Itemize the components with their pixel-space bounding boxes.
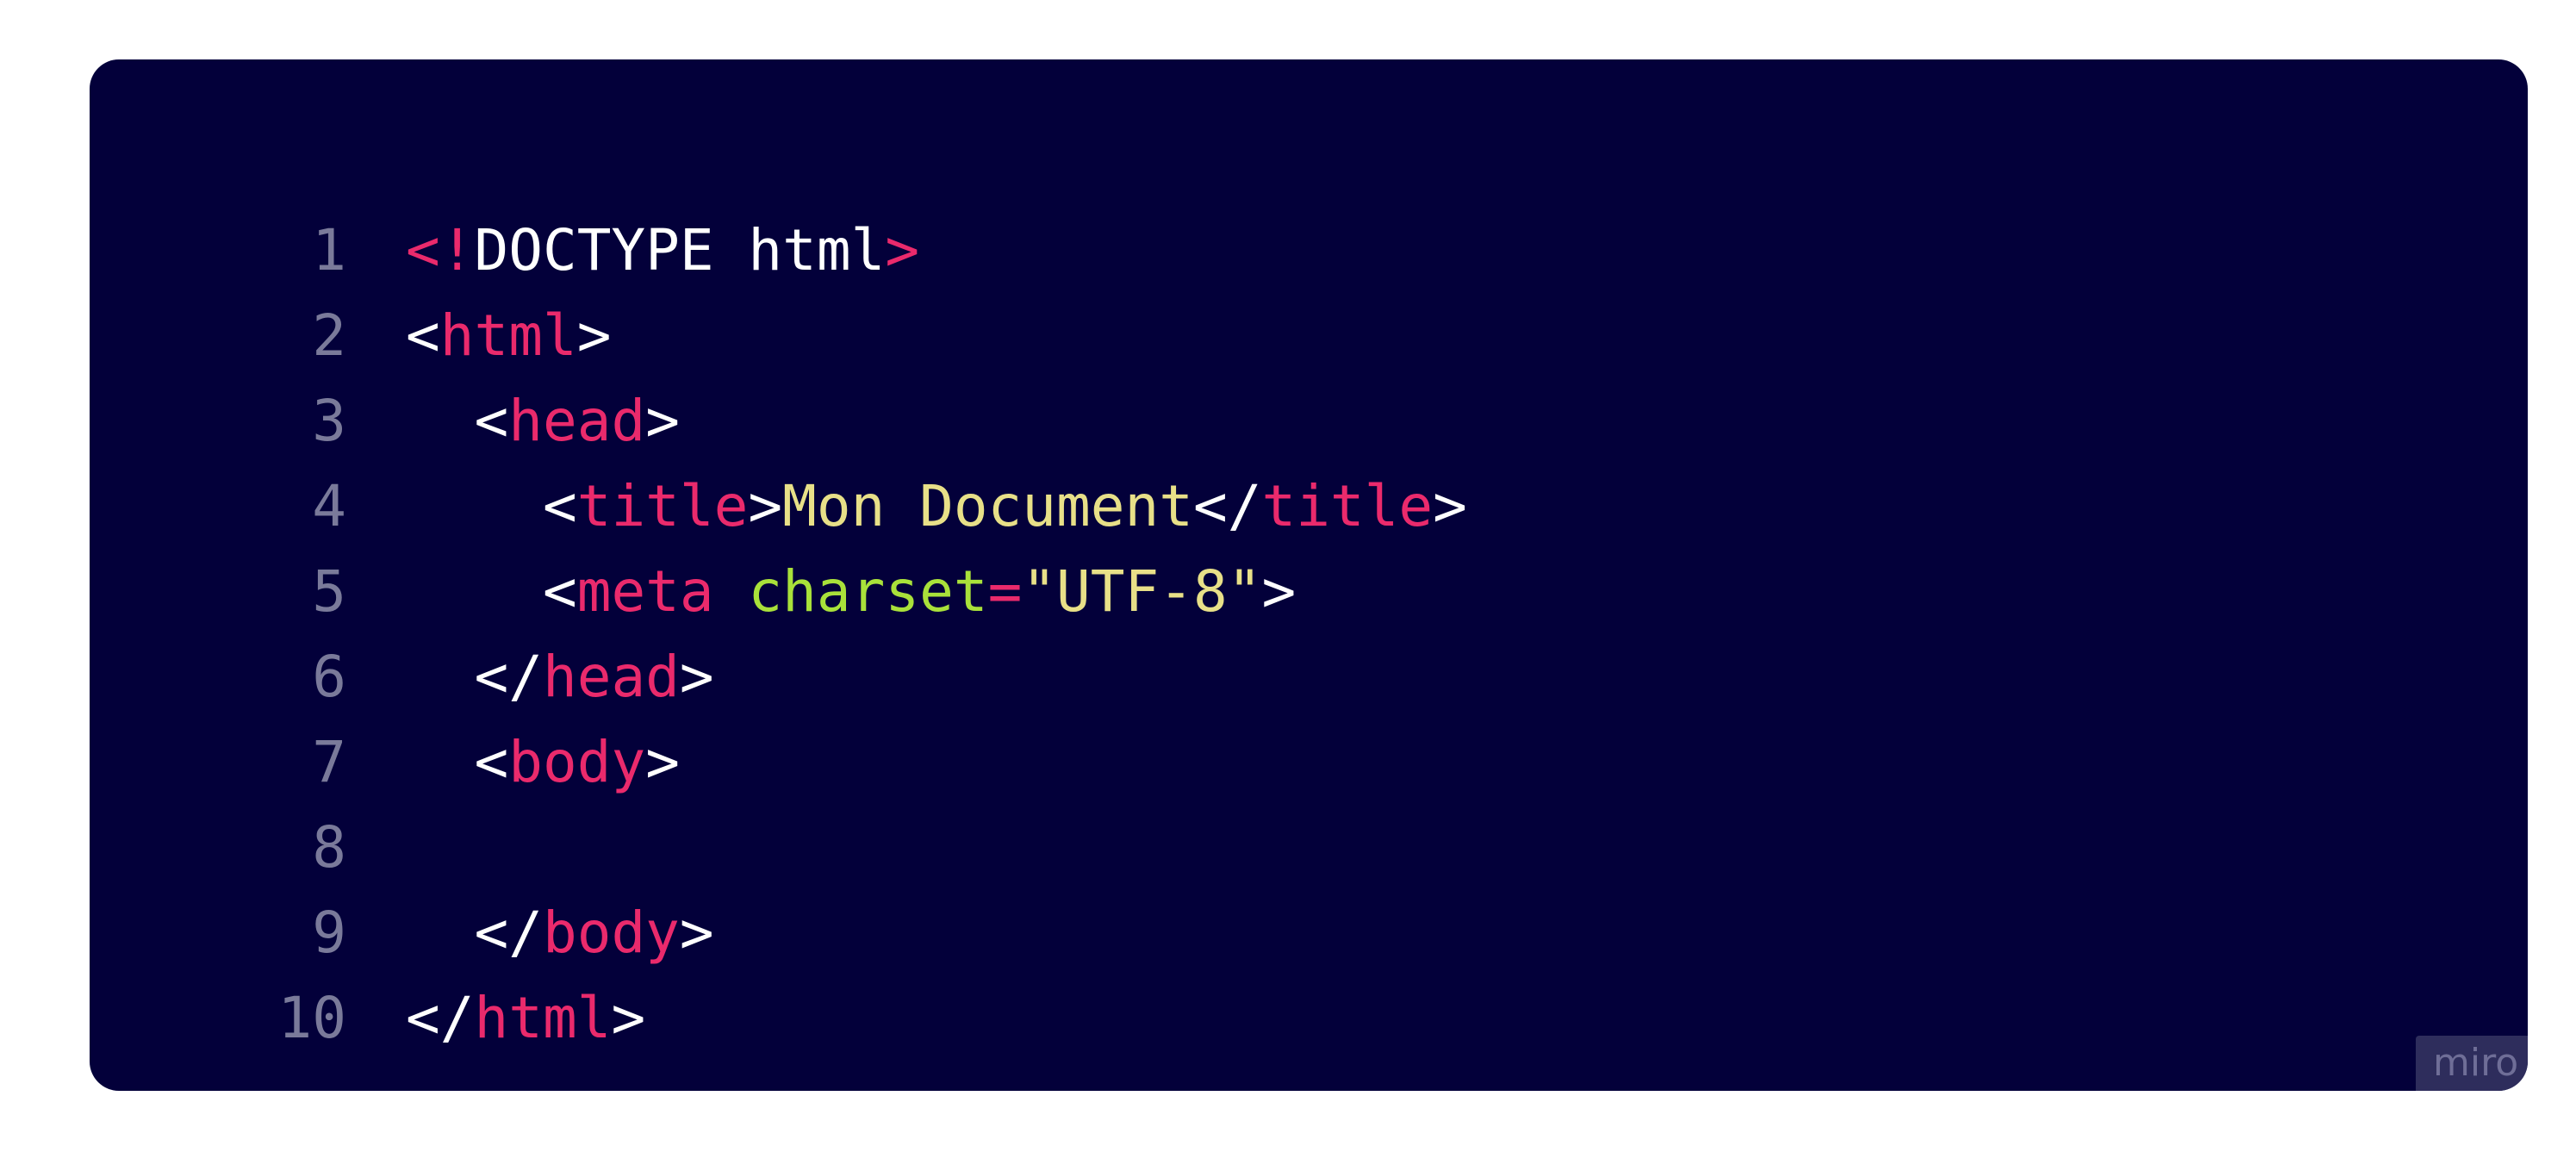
code-token-punct: >: [576, 302, 612, 369]
code-token-tag: html: [439, 302, 577, 369]
line-number: 1: [312, 217, 346, 283]
code-line: 4 <title>Mon Document</title>: [90, 464, 2528, 549]
code-token-tag: body: [508, 729, 646, 795]
code-token-punct: >: [1433, 473, 1467, 539]
line-number: 2: [312, 302, 346, 369]
code-line: 2 <html>: [90, 293, 2528, 378]
line-number: 10: [277, 985, 346, 1051]
code-token-punct: >: [645, 388, 680, 454]
code-line: 7 <body>: [90, 719, 2528, 805]
code-line: 6 </head>: [90, 634, 2528, 719]
line-code: </html>: [406, 975, 645, 1061]
code-snippet-card: 1 <!DOCTYPE html> 2 <html> 3 <head> 4 <title>…: [90, 59, 2528, 1091]
code-line: 8: [90, 805, 2528, 890]
line-number: 4: [312, 473, 346, 539]
code-token-tag: body: [542, 900, 680, 966]
line-number: 6: [312, 644, 346, 710]
code-token-str: "UTF-8": [1022, 558, 1262, 625]
code-token-punct: >: [748, 473, 783, 539]
code-token-attr: charset: [748, 558, 988, 625]
code-token-punct: >: [611, 985, 646, 1051]
line-number: 8: [312, 814, 346, 881]
code-line: 5 <meta charset="UTF-8">: [90, 549, 2528, 634]
line-code: <!DOCTYPE html>: [406, 208, 919, 293]
miro-watermark: miro: [2416, 1036, 2528, 1091]
code-line: 9 </body>: [90, 890, 2528, 975]
code-token-tag: meta: [576, 558, 714, 625]
code-token-text: Mon Document: [782, 473, 1193, 539]
line-code: <body>: [406, 719, 680, 805]
line-code: <html>: [406, 293, 611, 378]
code-token-punct: </: [474, 644, 543, 710]
code-line: 10 </html>: [90, 975, 2528, 1061]
line-number: 3: [312, 388, 346, 454]
code-token-tag: title: [576, 473, 749, 539]
code-token-tag: title: [1261, 473, 1434, 539]
code-token-tag: head: [542, 644, 680, 710]
code-token-tag: head: [508, 388, 646, 454]
line-number: 9: [312, 900, 346, 966]
line-code: <meta charset="UTF-8">: [406, 549, 1296, 634]
code-token-punct: <: [474, 388, 509, 454]
code-token-bang: <!: [406, 217, 475, 283]
line-number: 5: [312, 558, 346, 625]
code-line: 3 <head>: [90, 378, 2528, 464]
code-token-eq: =: [987, 558, 1023, 625]
code-token-punct: >: [645, 729, 680, 795]
line-code: <title>Mon Document</title>: [406, 464, 1467, 549]
code-token-punct: <: [542, 558, 577, 625]
code-token-punct: <: [474, 729, 509, 795]
code-block: 1 <!DOCTYPE html> 2 <html> 3 <head> 4 <title>…: [90, 208, 2528, 1061]
code-token-punct: <: [406, 302, 440, 369]
code-token-punct: >: [679, 644, 714, 710]
code-token-bang: >: [885, 217, 920, 283]
code-token-punct: </: [474, 900, 543, 966]
code-token-plain: DOCTYPE html: [474, 217, 886, 283]
line-code: </head>: [406, 634, 714, 719]
line-code: <head>: [406, 378, 680, 464]
code-token-punct: >: [679, 900, 714, 966]
code-line: 1 <!DOCTYPE html>: [90, 208, 2528, 293]
code-token-punct: >: [1261, 558, 1297, 625]
code-token-punct: <: [542, 473, 577, 539]
code-token-tag: html: [474, 985, 612, 1051]
line-code: </body>: [406, 890, 714, 975]
code-token-punct: </: [1192, 473, 1262, 539]
line-number: 7: [312, 729, 346, 795]
code-token-punct: </: [406, 985, 475, 1051]
